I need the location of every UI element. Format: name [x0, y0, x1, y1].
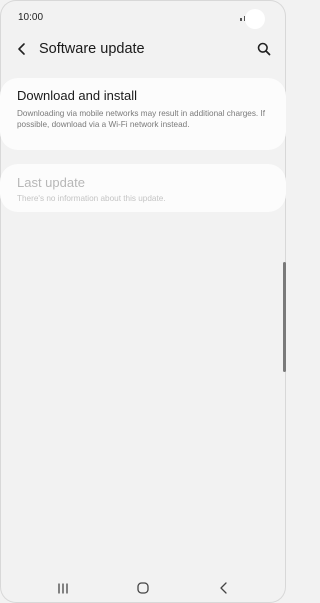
navigation-bar — [0, 568, 286, 603]
item-description: Downloading via mobile networks may resu… — [17, 109, 266, 129]
camera-cutout — [245, 9, 265, 29]
home-icon[interactable] — [131, 572, 155, 594]
chevron-left-icon[interactable] — [14, 41, 30, 57]
scrollbar[interactable] — [283, 262, 286, 372]
app-bar: Software update — [0, 36, 286, 64]
item-title: Last update — [17, 175, 85, 190]
recent-apps-icon[interactable] — [51, 572, 75, 594]
download-and-install-item[interactable]: Download and install Downloading via mob… — [0, 78, 286, 150]
page-title: Software update — [39, 41, 145, 57]
item-description: There's no information about this update… — [17, 194, 166, 203]
phone-screen: 10:00 Software update Download and insta… — [0, 0, 286, 603]
back-icon[interactable] — [211, 572, 235, 594]
signal-icon — [240, 18, 242, 21]
search-icon[interactable] — [256, 41, 272, 57]
status-time: 10:00 — [18, 12, 44, 23]
item-title: Download and install — [17, 88, 137, 103]
last-update-item: Last update There's no information about… — [0, 164, 286, 212]
status-bar: 10:00 — [0, 0, 286, 36]
